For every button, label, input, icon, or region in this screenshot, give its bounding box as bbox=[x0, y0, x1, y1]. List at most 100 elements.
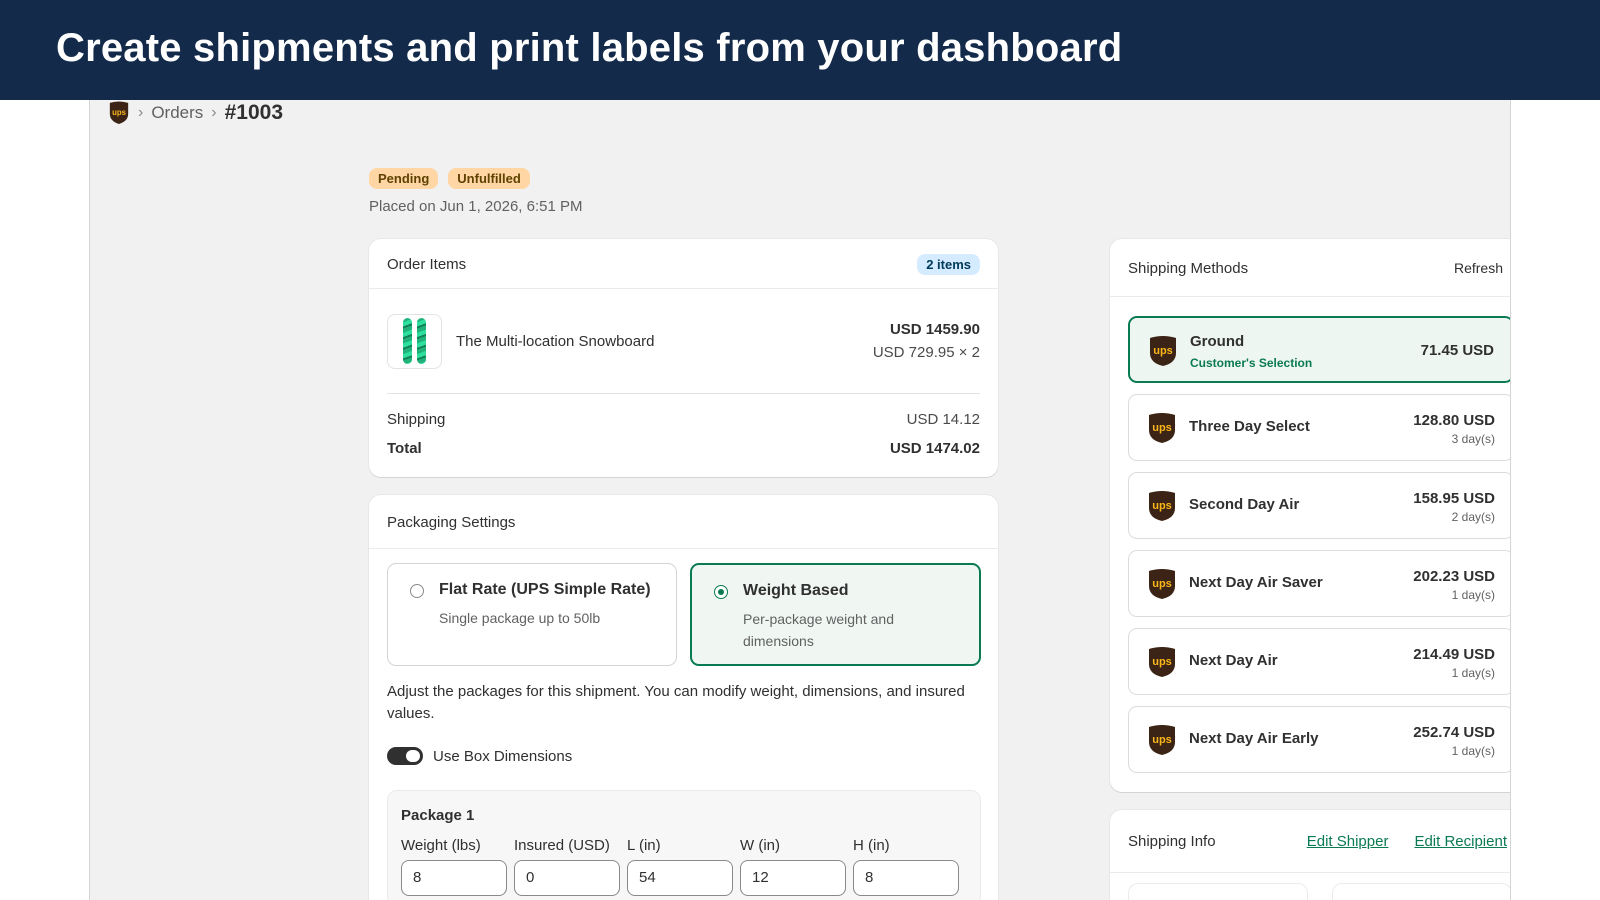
board-image bbox=[403, 318, 412, 364]
status-badge-fulfillment: Unfulfilled bbox=[448, 168, 530, 189]
package-1-panel: Package 1 Weight (lbs) 8 Insured (USD) 0… bbox=[387, 790, 981, 900]
weight-based-option[interactable]: Weight Based Per-package weight and dime… bbox=[690, 563, 981, 666]
box-dimensions-label: Use Box Dimensions bbox=[433, 747, 573, 765]
list-item: The Multi-location Snowboard USD 1459.90… bbox=[387, 313, 980, 369]
svg-text:ups: ups bbox=[1152, 656, 1172, 668]
package-title: Package 1 bbox=[401, 807, 475, 824]
ups-logo-icon[interactable]: ups bbox=[108, 101, 130, 125]
status-badge-payment: Pending bbox=[369, 168, 439, 189]
box-dimensions-toggle-row: Use Box Dimensions bbox=[387, 747, 572, 765]
breadcrumb-separator: › bbox=[138, 104, 144, 121]
method-price: 128.80 USD bbox=[1413, 412, 1495, 429]
shipper-panel bbox=[1128, 883, 1308, 900]
svg-text:ups: ups bbox=[1152, 500, 1172, 512]
shipping-method-option[interactable]: ups Next Day Air Early 252.74 USD 1 day(s) bbox=[1128, 706, 1510, 773]
method-price: 214.49 USD bbox=[1413, 646, 1495, 663]
weight-input[interactable]: 8 bbox=[401, 860, 507, 896]
placed-date: Placed on Jun 1, 2026, 6:51 PM bbox=[369, 198, 583, 215]
insured-input[interactable]: 0 bbox=[514, 860, 620, 896]
method-name: Ground bbox=[1190, 333, 1245, 350]
svg-text:ups: ups bbox=[1152, 578, 1172, 590]
weight-based-radio[interactable] bbox=[714, 585, 728, 599]
total-label: Total bbox=[387, 440, 422, 457]
method-transit-days: 1 day(s) bbox=[1451, 744, 1495, 758]
shipping-method-option[interactable]: ups Next Day Air 214.49 USD 1 day(s) bbox=[1128, 628, 1510, 695]
shipping-info-header: Shipping Info Edit Shipper Edit Recipien… bbox=[1128, 810, 1507, 872]
method-price: 252.74 USD bbox=[1413, 724, 1495, 741]
flat-rate-option[interactable]: Flat Rate (UPS Simple Rate) Single packa… bbox=[387, 563, 677, 666]
insured-label: Insured (USD) bbox=[514, 837, 610, 854]
edit-recipient-link[interactable]: Edit Recipient bbox=[1414, 833, 1507, 850]
divider bbox=[1110, 296, 1510, 297]
shipping-value: USD 14.12 bbox=[906, 411, 980, 428]
height-field: H (in) 8 bbox=[853, 837, 959, 896]
packaging-header: Packaging Settings bbox=[387, 495, 515, 549]
snowboard-thumbnail bbox=[387, 313, 442, 369]
weight-based-title: Weight Based bbox=[743, 582, 849, 599]
ups-logo-icon: ups bbox=[1146, 568, 1178, 600]
svg-text:ups: ups bbox=[112, 108, 127, 117]
divider bbox=[369, 288, 998, 289]
total-row: Total USD 1474.02 bbox=[387, 440, 980, 457]
width-field: W (in) 12 bbox=[740, 837, 846, 896]
app-window: ups › Orders › #1003 Pending Unfulfilled… bbox=[89, 100, 1511, 900]
breadcrumb-separator: › bbox=[211, 104, 217, 121]
shipping-method-option[interactable]: ups Second Day Air 158.95 USD 2 day(s) bbox=[1128, 472, 1510, 539]
banner-title: Create shipments and print labels from y… bbox=[56, 26, 1123, 70]
order-items-header: Order Items 2 items bbox=[387, 239, 980, 289]
breadcrumb-orders-link[interactable]: Orders bbox=[151, 103, 203, 123]
order-items-card: Order Items 2 items The Multi-location S… bbox=[369, 239, 998, 477]
svg-text:ups: ups bbox=[1153, 345, 1173, 357]
method-transit-days: 2 day(s) bbox=[1451, 510, 1495, 524]
shipping-method-option[interactable]: ups Next Day Air Saver 202.23 USD 1 day(s) bbox=[1128, 550, 1510, 617]
refresh-button[interactable]: Refresh bbox=[1454, 260, 1503, 276]
box-dimensions-toggle[interactable] bbox=[387, 747, 423, 765]
flat-rate-radio[interactable] bbox=[410, 584, 424, 598]
packaging-title: Packaging Settings bbox=[387, 513, 516, 531]
item-name[interactable]: The Multi-location Snowboard bbox=[456, 333, 873, 350]
order-items-title: Order Items bbox=[387, 255, 467, 273]
method-transit-days: 1 day(s) bbox=[1451, 588, 1495, 602]
length-input[interactable]: 54 bbox=[627, 860, 733, 896]
method-price: 158.95 USD bbox=[1413, 490, 1495, 507]
divider bbox=[1110, 872, 1510, 873]
shipping-row: Shipping USD 14.12 bbox=[387, 411, 980, 428]
flat-rate-desc: Single package up to 50lb bbox=[439, 610, 601, 626]
shipping-info-title: Shipping Info bbox=[1128, 832, 1216, 850]
shipping-method-option[interactable]: ups Three Day Select 128.80 USD 3 day(s) bbox=[1128, 394, 1510, 461]
height-input[interactable]: 8 bbox=[853, 860, 959, 896]
method-name: Next Day Air Early bbox=[1189, 730, 1319, 747]
shipping-method-option[interactable]: ups Ground Customer's Selection 71.45 USD bbox=[1128, 316, 1510, 383]
method-transit-days: 1 day(s) bbox=[1451, 666, 1495, 680]
divider bbox=[369, 548, 998, 549]
items-count-badge: 2 items bbox=[917, 253, 980, 275]
flat-rate-title: Flat Rate (UPS Simple Rate) bbox=[439, 581, 651, 598]
method-name: Second Day Air bbox=[1189, 496, 1300, 513]
edit-shipper-link[interactable]: Edit Shipper bbox=[1307, 833, 1389, 850]
divider bbox=[387, 393, 980, 394]
page-title: #1003 bbox=[224, 101, 284, 124]
status-badges: Pending Unfulfilled bbox=[369, 168, 530, 189]
length-label: L (in) bbox=[627, 837, 661, 854]
adjust-description: Adjust the packages for this shipment. Y… bbox=[387, 683, 965, 722]
shipping-info-card: Shipping Info Edit Shipper Edit Recipien… bbox=[1110, 810, 1510, 900]
width-input[interactable]: 12 bbox=[740, 860, 846, 896]
item-unit-price: USD 729.95 × 2 bbox=[872, 344, 980, 361]
method-transit-days: 3 day(s) bbox=[1451, 432, 1495, 446]
ups-logo-icon: ups bbox=[1147, 335, 1179, 367]
ups-logo-icon: ups bbox=[1146, 412, 1178, 444]
length-field: L (in) 54 bbox=[627, 837, 733, 896]
recipient-panel bbox=[1332, 883, 1510, 900]
ups-logo-icon: ups bbox=[1146, 490, 1178, 522]
svg-text:ups: ups bbox=[1152, 422, 1172, 434]
method-name: Next Day Air Saver bbox=[1189, 574, 1323, 591]
method-price: 71.45 USD bbox=[1420, 342, 1494, 359]
ups-logo-icon: ups bbox=[1146, 724, 1178, 756]
breadcrumb: ups › Orders › #1003 bbox=[108, 100, 283, 126]
svg-text:ups: ups bbox=[1152, 734, 1172, 746]
method-name: Three Day Select bbox=[1189, 418, 1310, 435]
insured-field: Insured (USD) 0 bbox=[514, 837, 620, 896]
ups-logo-icon: ups bbox=[1146, 646, 1178, 678]
shipping-methods-card: Shipping Methods Refresh ups Ground Custom… bbox=[1110, 239, 1510, 792]
header-banner: Create shipments and print labels from y… bbox=[0, 0, 1600, 100]
